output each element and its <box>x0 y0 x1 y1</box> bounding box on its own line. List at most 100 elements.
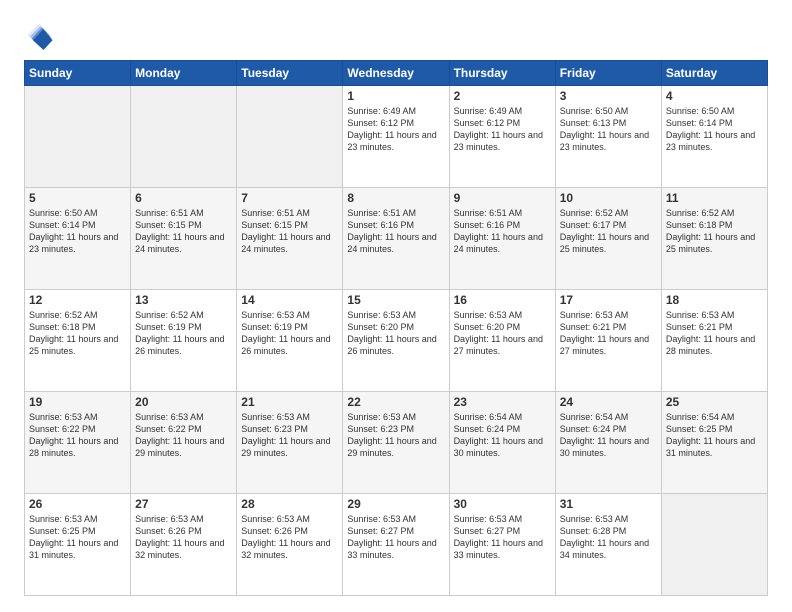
cell-sunrise: Sunrise: 6:51 AM <box>241 207 338 219</box>
day-number: 23 <box>454 395 551 409</box>
cell-daylight: Daylight: 11 hours and 29 minutes. <box>347 435 444 459</box>
cell-daylight: Daylight: 11 hours and 31 minutes. <box>29 537 126 561</box>
day-number: 14 <box>241 293 338 307</box>
calendar-cell <box>237 86 343 188</box>
cell-sunset: Sunset: 6:20 PM <box>347 321 444 333</box>
calendar-cell: 15 Sunrise: 6:53 AM Sunset: 6:20 PM Dayl… <box>343 290 449 392</box>
cell-daylight: Daylight: 11 hours and 33 minutes. <box>347 537 444 561</box>
day-number: 16 <box>454 293 551 307</box>
day-number: 25 <box>666 395 763 409</box>
cell-daylight: Daylight: 11 hours and 24 minutes. <box>241 231 338 255</box>
cell-daylight: Daylight: 11 hours and 31 minutes. <box>666 435 763 459</box>
cell-daylight: Daylight: 11 hours and 26 minutes. <box>135 333 232 357</box>
cell-daylight: Daylight: 11 hours and 25 minutes. <box>29 333 126 357</box>
cell-sunrise: Sunrise: 6:53 AM <box>29 411 126 423</box>
cell-sunset: Sunset: 6:25 PM <box>29 525 126 537</box>
cell-sunrise: Sunrise: 6:53 AM <box>454 309 551 321</box>
calendar-header-monday: Monday <box>131 61 237 86</box>
calendar-cell: 6 Sunrise: 6:51 AM Sunset: 6:15 PM Dayli… <box>131 188 237 290</box>
calendar-cell: 29 Sunrise: 6:53 AM Sunset: 6:27 PM Dayl… <box>343 494 449 596</box>
cell-daylight: Daylight: 11 hours and 26 minutes. <box>241 333 338 357</box>
calendar-week-1: 1 Sunrise: 6:49 AM Sunset: 6:12 PM Dayli… <box>25 86 768 188</box>
cell-daylight: Daylight: 11 hours and 23 minutes. <box>560 129 657 153</box>
cell-sunset: Sunset: 6:27 PM <box>347 525 444 537</box>
cell-sunrise: Sunrise: 6:51 AM <box>347 207 444 219</box>
calendar-cell: 23 Sunrise: 6:54 AM Sunset: 6:24 PM Dayl… <box>449 392 555 494</box>
day-number: 10 <box>560 191 657 205</box>
cell-sunset: Sunset: 6:16 PM <box>454 219 551 231</box>
day-number: 5 <box>29 191 126 205</box>
calendar-cell: 22 Sunrise: 6:53 AM Sunset: 6:23 PM Dayl… <box>343 392 449 494</box>
day-number: 15 <box>347 293 444 307</box>
cell-sunset: Sunset: 6:22 PM <box>29 423 126 435</box>
cell-daylight: Daylight: 11 hours and 32 minutes. <box>241 537 338 561</box>
calendar-week-4: 19 Sunrise: 6:53 AM Sunset: 6:22 PM Dayl… <box>25 392 768 494</box>
cell-sunrise: Sunrise: 6:51 AM <box>135 207 232 219</box>
calendar-table: SundayMondayTuesdayWednesdayThursdayFrid… <box>24 60 768 596</box>
cell-sunset: Sunset: 6:14 PM <box>29 219 126 231</box>
calendar-cell: 21 Sunrise: 6:53 AM Sunset: 6:23 PM Dayl… <box>237 392 343 494</box>
calendar-cell: 13 Sunrise: 6:52 AM Sunset: 6:19 PM Dayl… <box>131 290 237 392</box>
calendar-cell: 17 Sunrise: 6:53 AM Sunset: 6:21 PM Dayl… <box>555 290 661 392</box>
calendar-cell: 18 Sunrise: 6:53 AM Sunset: 6:21 PM Dayl… <box>661 290 767 392</box>
cell-sunrise: Sunrise: 6:53 AM <box>560 513 657 525</box>
page: SundayMondayTuesdayWednesdayThursdayFrid… <box>0 0 792 612</box>
cell-sunset: Sunset: 6:14 PM <box>666 117 763 129</box>
calendar-cell: 3 Sunrise: 6:50 AM Sunset: 6:13 PM Dayli… <box>555 86 661 188</box>
cell-sunrise: Sunrise: 6:49 AM <box>347 105 444 117</box>
calendar-cell: 26 Sunrise: 6:53 AM Sunset: 6:25 PM Dayl… <box>25 494 131 596</box>
calendar-cell: 20 Sunrise: 6:53 AM Sunset: 6:22 PM Dayl… <box>131 392 237 494</box>
day-number: 2 <box>454 89 551 103</box>
cell-daylight: Daylight: 11 hours and 28 minutes. <box>29 435 126 459</box>
calendar-cell: 24 Sunrise: 6:54 AM Sunset: 6:24 PM Dayl… <box>555 392 661 494</box>
cell-daylight: Daylight: 11 hours and 29 minutes. <box>135 435 232 459</box>
cell-sunset: Sunset: 6:16 PM <box>347 219 444 231</box>
cell-daylight: Daylight: 11 hours and 32 minutes. <box>135 537 232 561</box>
cell-sunrise: Sunrise: 6:53 AM <box>135 513 232 525</box>
calendar-header-row: SundayMondayTuesdayWednesdayThursdayFrid… <box>25 61 768 86</box>
cell-sunrise: Sunrise: 6:52 AM <box>666 207 763 219</box>
calendar-header-tuesday: Tuesday <box>237 61 343 86</box>
day-number: 29 <box>347 497 444 511</box>
day-number: 4 <box>666 89 763 103</box>
cell-daylight: Daylight: 11 hours and 30 minutes. <box>560 435 657 459</box>
calendar-header-saturday: Saturday <box>661 61 767 86</box>
day-number: 22 <box>347 395 444 409</box>
cell-daylight: Daylight: 11 hours and 24 minutes. <box>347 231 444 255</box>
cell-sunset: Sunset: 6:25 PM <box>666 423 763 435</box>
cell-sunrise: Sunrise: 6:54 AM <box>560 411 657 423</box>
cell-daylight: Daylight: 11 hours and 28 minutes. <box>666 333 763 357</box>
cell-sunset: Sunset: 6:23 PM <box>241 423 338 435</box>
calendar-cell: 14 Sunrise: 6:53 AM Sunset: 6:19 PM Dayl… <box>237 290 343 392</box>
cell-sunset: Sunset: 6:27 PM <box>454 525 551 537</box>
day-number: 9 <box>454 191 551 205</box>
day-number: 27 <box>135 497 232 511</box>
cell-daylight: Daylight: 11 hours and 23 minutes. <box>29 231 126 255</box>
cell-sunrise: Sunrise: 6:53 AM <box>135 411 232 423</box>
cell-daylight: Daylight: 11 hours and 26 minutes. <box>347 333 444 357</box>
cell-sunrise: Sunrise: 6:52 AM <box>29 309 126 321</box>
cell-daylight: Daylight: 11 hours and 24 minutes. <box>454 231 551 255</box>
cell-daylight: Daylight: 11 hours and 30 minutes. <box>454 435 551 459</box>
logo-icon <box>24 20 54 50</box>
day-number: 19 <box>29 395 126 409</box>
cell-sunset: Sunset: 6:15 PM <box>241 219 338 231</box>
cell-sunrise: Sunrise: 6:50 AM <box>560 105 657 117</box>
cell-sunset: Sunset: 6:20 PM <box>454 321 551 333</box>
cell-sunrise: Sunrise: 6:52 AM <box>135 309 232 321</box>
cell-sunset: Sunset: 6:18 PM <box>29 321 126 333</box>
calendar-header-thursday: Thursday <box>449 61 555 86</box>
cell-sunrise: Sunrise: 6:53 AM <box>347 513 444 525</box>
calendar-cell: 11 Sunrise: 6:52 AM Sunset: 6:18 PM Dayl… <box>661 188 767 290</box>
cell-sunrise: Sunrise: 6:54 AM <box>666 411 763 423</box>
cell-sunrise: Sunrise: 6:50 AM <box>666 105 763 117</box>
cell-daylight: Daylight: 11 hours and 27 minutes. <box>560 333 657 357</box>
cell-sunrise: Sunrise: 6:50 AM <box>29 207 126 219</box>
cell-sunset: Sunset: 6:12 PM <box>347 117 444 129</box>
cell-sunset: Sunset: 6:24 PM <box>560 423 657 435</box>
cell-sunset: Sunset: 6:26 PM <box>135 525 232 537</box>
day-number: 11 <box>666 191 763 205</box>
cell-sunset: Sunset: 6:22 PM <box>135 423 232 435</box>
calendar-cell: 31 Sunrise: 6:53 AM Sunset: 6:28 PM Dayl… <box>555 494 661 596</box>
cell-sunrise: Sunrise: 6:53 AM <box>241 411 338 423</box>
